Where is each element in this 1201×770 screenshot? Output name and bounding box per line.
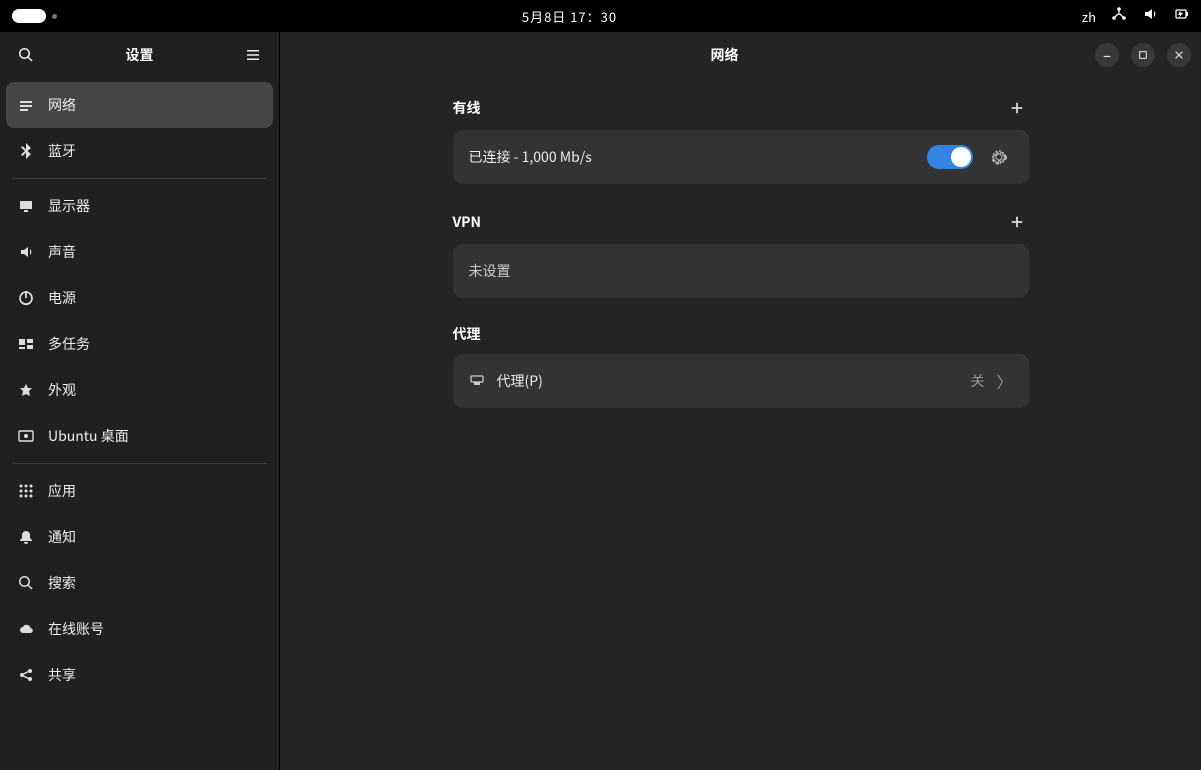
clock[interactable]: 5月8日 17：30 [57, 7, 1082, 26]
sidebar-item-appearance[interactable]: 外观 [6, 367, 273, 413]
sidebar-title: 设置 [42, 45, 237, 65]
separator [12, 178, 267, 179]
proxy-icon [469, 373, 485, 389]
add-wired-button[interactable] [1005, 96, 1029, 120]
sidebar-item-search[interactable]: 搜索 [6, 560, 273, 606]
display-icon [18, 198, 34, 214]
wired-status-text: 已连接 - 1,000 Mb/s [469, 147, 915, 167]
wired-connection-row: 已连接 - 1,000 Mb/s [469, 130, 1013, 184]
sidebar-item-label: 声音 [48, 242, 76, 262]
sidebar-item-label: 应用 [48, 481, 76, 501]
page-title: 网络 [370, 45, 1079, 65]
sound-icon [18, 244, 34, 260]
sidebar-item-label: 电源 [48, 288, 76, 308]
share-icon [18, 667, 34, 683]
settings-sidebar: 设置 网络蓝牙显示器声音电源多任务外观 Ubuntu 桌面应用通知搜索在线账号共享 [0, 32, 280, 770]
sidebar-item-ubuntu[interactable]: Ubuntu 桌面 [6, 413, 273, 459]
search-button[interactable] [10, 39, 42, 71]
battery-status-icon[interactable] [1173, 6, 1189, 26]
top-bar: 5月8日 17：30 zh [0, 0, 1201, 32]
vpn-section: VPN 未设置 [453, 210, 1029, 298]
activities-area[interactable] [12, 9, 57, 23]
ubuntu-icon [18, 428, 34, 444]
sidebar-item-apps[interactable]: 应用 [6, 468, 273, 514]
sidebar-item-sound[interactable]: 声音 [6, 229, 273, 275]
search-icon [18, 575, 34, 591]
bluetooth-icon [18, 143, 34, 159]
appearance-icon [18, 382, 34, 398]
sidebar-item-label: 显示器 [48, 196, 90, 216]
wired-settings-button[interactable] [985, 143, 1013, 171]
power-icon [18, 290, 34, 306]
sidebar-item-accounts[interactable]: 在线账号 [6, 606, 273, 652]
volume-status-icon[interactable] [1142, 6, 1158, 26]
sidebar-item-label: 蓝牙 [48, 141, 76, 161]
vpn-status-text: 未设置 [469, 261, 1013, 281]
sidebar-item-label: Ubuntu 桌面 [48, 426, 129, 446]
sidebar-item-label: 在线账号 [48, 619, 104, 639]
sidebar-item-power[interactable]: 电源 [6, 275, 273, 321]
sidebar-item-notifications[interactable]: 通知 [6, 514, 273, 560]
sidebar-item-label: 通知 [48, 527, 76, 547]
separator [12, 463, 267, 464]
vpn-title: VPN [453, 212, 482, 232]
multitask-icon [18, 336, 34, 352]
maximize-button[interactable] [1131, 43, 1155, 67]
proxy-title: 代理 [453, 324, 481, 344]
network-icon [18, 97, 34, 113]
proxy-section: 代理 代理(P) 关 〉 [453, 324, 1029, 408]
chevron-right-icon: 〉 [996, 369, 1012, 393]
wired-toggle[interactable] [927, 145, 973, 169]
menu-button[interactable] [237, 39, 269, 71]
add-vpn-button[interactable] [1005, 210, 1029, 234]
bell-icon [18, 529, 34, 545]
sidebar-item-label: 搜索 [48, 573, 76, 593]
proxy-status: 关 [970, 371, 984, 391]
content-pane: 网络 有线 已连接 - 1,000 Mb/s [280, 32, 1201, 770]
sidebar-item-label: 多任务 [48, 334, 90, 354]
network-status-icon[interactable] [1111, 6, 1127, 26]
wired-section: 有线 已连接 - 1,000 Mb/s [453, 96, 1029, 184]
ime-indicator[interactable]: zh [1082, 7, 1096, 26]
sidebar-item-multitask[interactable]: 多任务 [6, 321, 273, 367]
minimize-button[interactable] [1095, 43, 1119, 67]
vpn-row: 未设置 [469, 244, 1013, 298]
activities-pill [12, 9, 46, 23]
wired-title: 有线 [453, 98, 481, 118]
sidebar-item-label: 网络 [48, 95, 76, 115]
sidebar-item-label: 共享 [48, 665, 76, 685]
cloud-icon [18, 621, 34, 637]
apps-icon [18, 483, 34, 499]
sidebar-item-display[interactable]: 显示器 [6, 183, 273, 229]
proxy-label: 代理(P) [497, 371, 959, 391]
sidebar-item-sharing[interactable]: 共享 [6, 652, 273, 698]
proxy-row[interactable]: 代理(P) 关 〉 [469, 354, 1013, 408]
sidebar-item-bluetooth[interactable]: 蓝牙 [6, 128, 273, 174]
sidebar-item-network[interactable]: 网络 [6, 82, 273, 128]
sidebar-item-label: 外观 [48, 380, 76, 400]
close-button[interactable] [1167, 43, 1191, 67]
